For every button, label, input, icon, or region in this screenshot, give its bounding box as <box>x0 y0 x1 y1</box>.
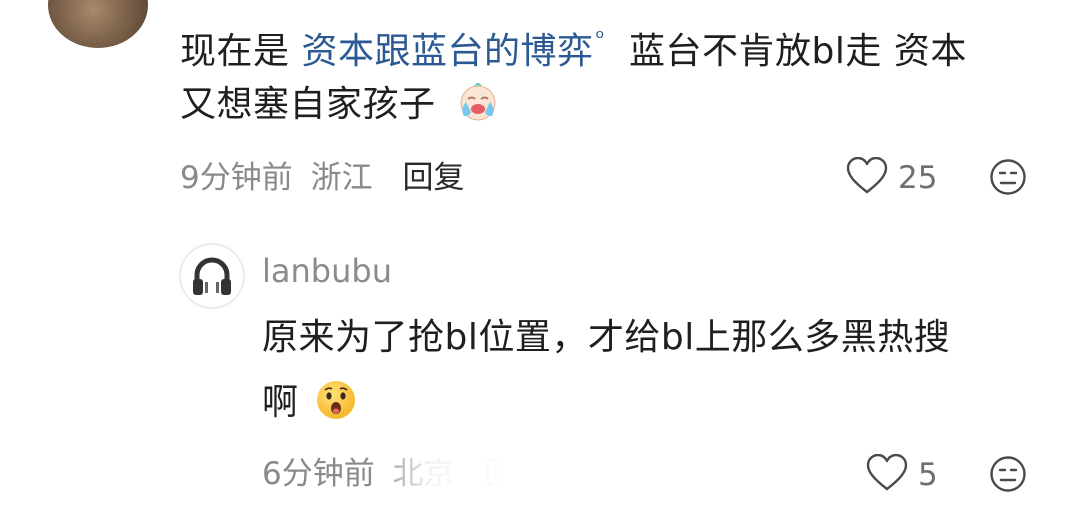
like-count: 5 <box>918 457 938 493</box>
comment-text: 又想塞自家孩子 <box>180 84 436 125</box>
comment-text-line-1: 现在是 资本跟蓝台的博弈ᵒ 蓝台不肯放bl走 资本 <box>180 16 967 75</box>
surprised-face-emoji <box>317 381 356 419</box>
watermark-overlay <box>372 448 707 517</box>
dislike-icon[interactable] <box>989 455 1027 493</box>
comment-meta: 9分钟前 浙江 回复 <box>180 158 464 198</box>
username[interactable]: lanbubu <box>262 251 392 291</box>
comment-text-line-2: 又想塞自家孩子 <box>180 78 501 128</box>
heart-icon[interactable] <box>866 454 908 492</box>
crying-baby-emoji <box>460 83 496 121</box>
avatar[interactable] <box>48 0 148 48</box>
comment-time: 9分钟前 <box>180 160 293 196</box>
comment-location: 浙江 <box>310 160 373 196</box>
search-icon: ᵒ <box>595 26 606 51</box>
comment-text: 蓝台不肯放bl走 资本 <box>629 31 967 72</box>
like-count: 25 <box>898 160 938 196</box>
reply-button[interactable]: 回复 <box>402 160 464 196</box>
comment-time: 6分钟前 <box>262 456 375 492</box>
topic-link[interactable]: 资本跟蓝台的博弈 <box>301 31 593 72</box>
heart-icon[interactable] <box>846 157 888 195</box>
comment-text: 啊 <box>262 382 299 423</box>
dislike-icon[interactable] <box>989 158 1027 196</box>
comment-text: 现在是 <box>180 31 290 72</box>
comment-text-line-1: 原来为了抢bl位置，才给bl上那么多黑热搜 <box>262 317 951 358</box>
comment-text-line-2: 啊 <box>262 378 358 426</box>
avatar[interactable] <box>179 243 245 309</box>
headphones-icon <box>193 257 231 295</box>
